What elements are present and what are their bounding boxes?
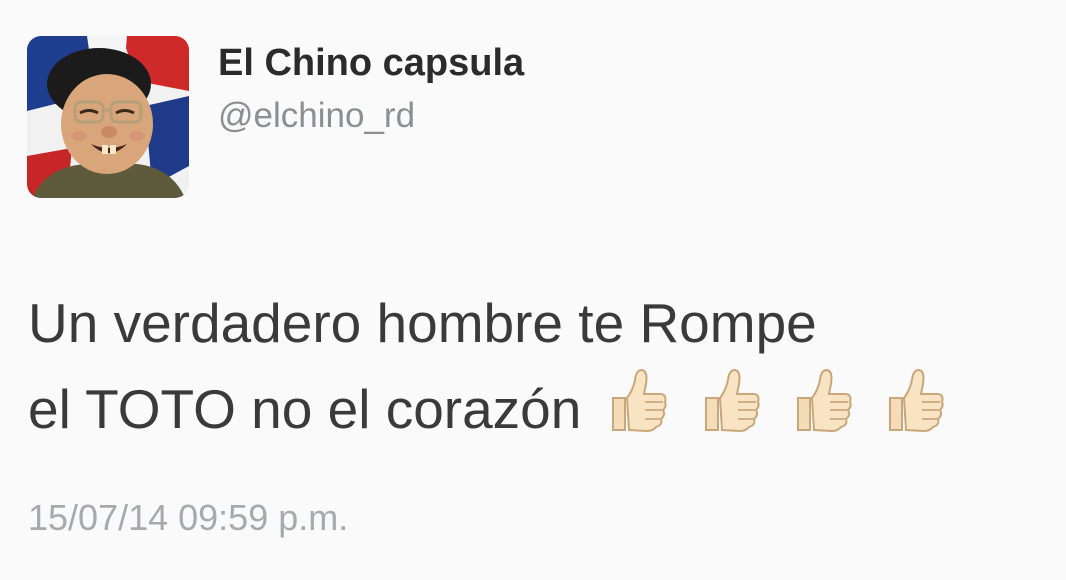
tweet-text: Un verdadero hombre te Rompe el TOTO no …	[28, 282, 1038, 456]
timestamp[interactable]: 15/07/14 09:59 p.m.	[28, 497, 348, 539]
emoji-row	[603, 364, 957, 456]
display-name[interactable]: El Chino capsula	[218, 42, 524, 85]
avatar[interactable]	[27, 36, 189, 198]
tweet-text-line: el TOTO no el corazón	[28, 378, 582, 440]
thumbs-up-icon	[880, 364, 946, 434]
tweet-text-line-with-emoji: el TOTO no el corazón	[28, 364, 1038, 456]
thumbs-up-icon	[788, 364, 854, 434]
user-handle[interactable]: @elchino_rd	[218, 96, 415, 136]
thumbs-up-icon	[696, 364, 762, 434]
thumbs-up-icon	[603, 364, 669, 434]
tweet-card: El Chino capsula @elchino_rd Un verdader…	[0, 0, 1066, 580]
tweet-text-line: Un verdadero hombre te Rompe	[28, 292, 817, 354]
profile-photo-icon	[27, 36, 189, 198]
